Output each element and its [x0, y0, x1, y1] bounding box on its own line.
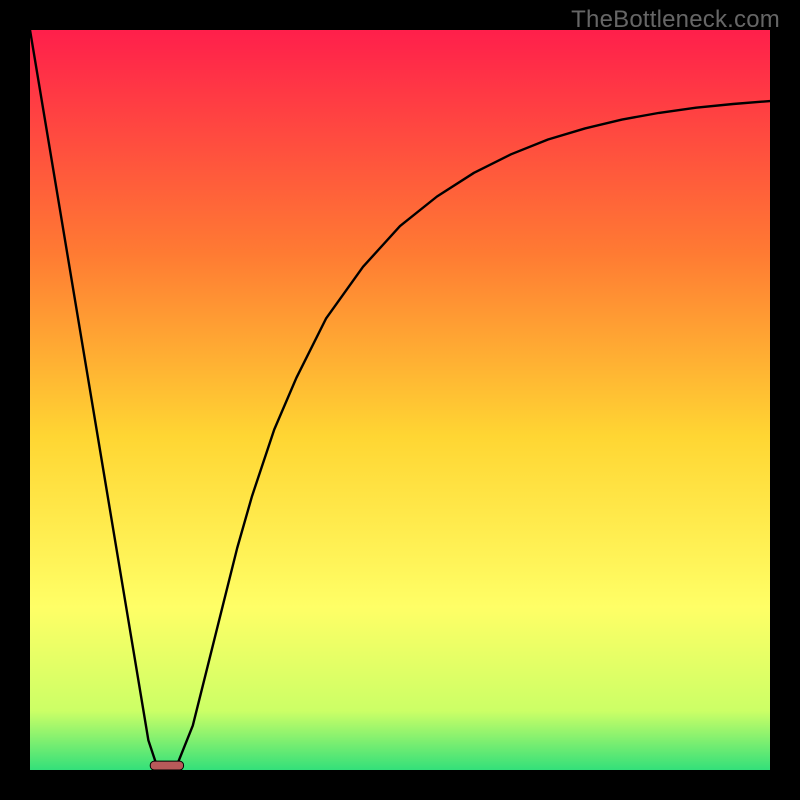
watermark-text: TheBottleneck.com: [571, 6, 780, 34]
bottleneck-chart: [30, 30, 770, 770]
plot-area: [30, 30, 770, 770]
chart-container: { "watermark": "TheBottleneck.com", "col…: [0, 0, 800, 800]
optimal-marker: [150, 761, 183, 770]
gradient-background: [30, 30, 770, 770]
